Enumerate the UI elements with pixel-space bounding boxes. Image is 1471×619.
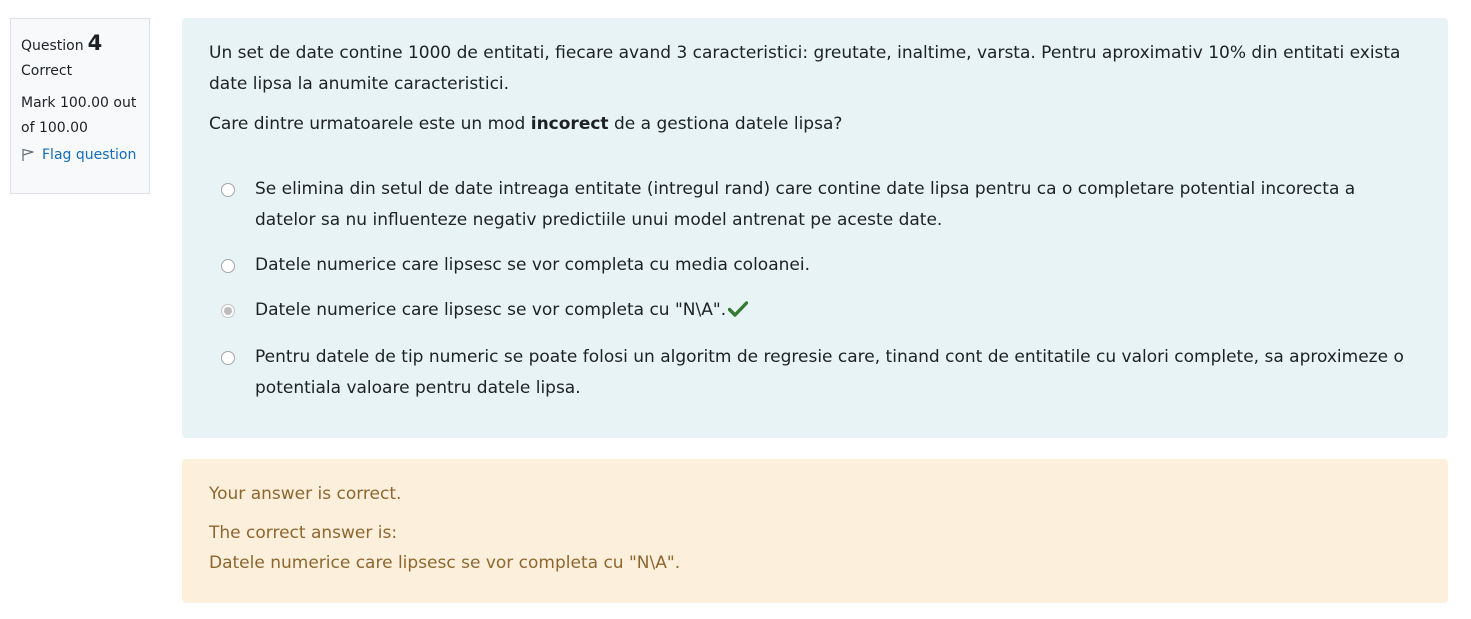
answer-option[interactable]: Se elimina din setul de date intreaga en… [209,174,1421,236]
answer-list: Se elimina din setul de date intreaga en… [209,174,1421,404]
question-formulation: Un set de date contine 1000 de entitati,… [182,18,1448,438]
question-prompt-bold: incorect [530,114,609,134]
question-prompt-after: de a gestiona datele lipsa? [608,114,843,134]
flag-icon [21,148,35,162]
question-outcome: Your answer is correct. The correct answ… [182,459,1448,603]
question-label: Question [21,38,84,54]
answer-radio[interactable] [221,351,235,365]
answer-label: Pentru datele de tip numeric se poate fo… [255,347,1404,398]
answer-radio[interactable] [221,259,235,273]
question-number-line: Question 4 [21,31,139,55]
feedback-text: Your answer is correct. [209,484,402,504]
question-prompt-before: Care dintre urmatoarele este un mod [209,114,531,134]
question-prompt: Care dintre urmatoarele este un mod inco… [209,109,1421,140]
flag-question-label: Flag question [42,147,137,163]
question-text: Un set de date contine 1000 de entitati,… [209,43,1401,94]
answer-option-selected[interactable]: Datele numerice care lipsesc se vor comp… [209,295,1421,328]
flag-question-link[interactable]: Flag question [21,147,139,163]
question-number: 4 [87,31,103,55]
right-answer-label: The correct answer is: [209,523,398,543]
right-answer-text: Datele numerice care lipsesc se vor comp… [209,553,681,573]
answer-radio[interactable] [221,183,235,197]
answer-option[interactable]: Pentru datele de tip numeric se poate fo… [209,342,1421,404]
question-grade: Mark 100.00 out of 100.00 [21,95,137,136]
answer-radio-selected[interactable] [221,304,235,318]
question-info-panel: Question 4 Correct Mark 100.00 out of 10… [10,18,150,194]
answer-label: Datele numerice care lipsesc se vor comp… [255,255,810,275]
answer-label: Se elimina din setul de date intreaga en… [255,179,1356,230]
check-icon [727,297,749,328]
question-state: Correct [21,63,73,79]
answer-option[interactable]: Datele numerice care lipsesc se vor comp… [209,250,1421,281]
answer-label-wrap: Datele numerice care lipsesc se vor comp… [255,295,1421,328]
answer-label: Datele numerice care lipsesc se vor comp… [255,300,727,320]
